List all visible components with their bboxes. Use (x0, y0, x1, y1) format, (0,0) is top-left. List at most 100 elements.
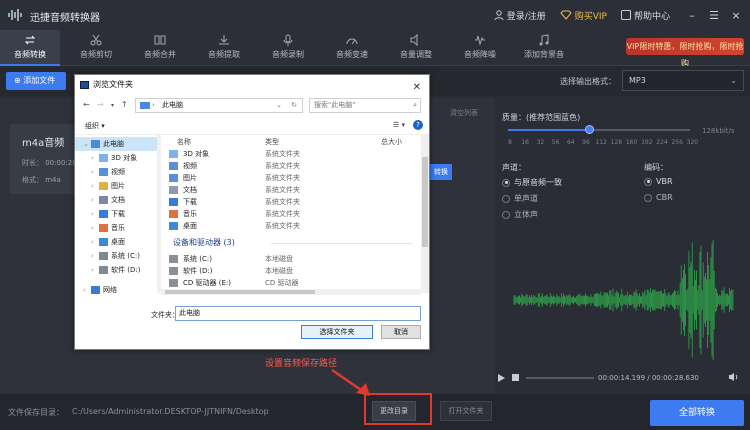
add-file-label: 添加文件 (23, 76, 56, 85)
tab-audio-extract[interactable]: 音频提取 (194, 30, 254, 66)
folder-name: 下载 (183, 198, 197, 206)
tree-item[interactable]: › 3D 对象 (75, 151, 161, 165)
history-chevron-icon[interactable]: ▾ (111, 102, 114, 109)
encoding-option-vbr[interactable]: VBR (644, 177, 673, 186)
buy-vip-link[interactable]: 购买VIP (560, 9, 607, 22)
login-link[interactable]: 登录/注册 (494, 9, 546, 22)
user-icon (494, 10, 504, 20)
folder-row[interactable]: 文档 系统文件夹 (167, 184, 413, 196)
tree-expand-icon[interactable]: › (91, 235, 94, 249)
channel-option-mono[interactable]: 单声道 (502, 193, 538, 204)
tree-item[interactable]: › 图片 (75, 179, 161, 193)
view-options-icon[interactable]: ☰ ▾ (393, 121, 405, 129)
encoding-option-cbr[interactable]: CBR (644, 193, 673, 202)
search-icon: ⌕ (413, 101, 417, 109)
folder-row[interactable]: 图片 系统文件夹 (167, 172, 413, 184)
organize-menu[interactable]: 组织 ▾ (85, 121, 105, 131)
add-file-button[interactable]: ⊕ 添加文件 (6, 72, 66, 90)
tab-audio-denoise[interactable]: 音频降噪 (450, 30, 510, 66)
minimize-button[interactable]: – (684, 9, 700, 22)
output-format-label: 选择输出格式： (560, 77, 616, 86)
folder-field[interactable]: 此电脑 (175, 306, 421, 321)
select-folder-button[interactable]: 选择文件夹 (301, 325, 373, 339)
tree-expand-icon[interactable]: › (83, 283, 86, 297)
drive-row[interactable]: 软件 (D:) 本地磁盘 (167, 265, 413, 277)
folder-icon (91, 140, 100, 148)
tree-item[interactable]: › 下载 (75, 207, 161, 221)
tree-item-label: 软件 (D:) (111, 266, 141, 274)
list-scroll-thumb[interactable] (422, 157, 428, 247)
list-hscroll-thumb[interactable] (165, 290, 315, 294)
folder-tree: ⌄ 此电脑 › 3D 对象 › 视频 › 图片 › 文档 › 下载 › 音乐 › 桌面 › 系统 (C:) › 软件 … (75, 135, 161, 294)
tab-add-bgm[interactable]: 添加背景音 (514, 30, 574, 66)
tree-expand-icon[interactable]: › (91, 207, 94, 221)
tab-audio-cut[interactable]: 音频剪切 (66, 30, 126, 66)
channel-option-stereo[interactable]: 立体声 (502, 209, 538, 220)
folder-type: 系统文件夹 (265, 150, 300, 158)
help-icon[interactable]: ? (413, 120, 423, 130)
drive-name: 系统 (C:) (183, 255, 212, 263)
volume-icon[interactable] (728, 372, 740, 382)
refresh-icon[interactable]: ↻ (291, 99, 297, 112)
drive-row[interactable]: 系统 (C:) 本地磁盘 (167, 253, 413, 265)
convert-button[interactable]: 转换 (430, 164, 452, 180)
channel-option-original[interactable]: 与原音频一致 (502, 177, 562, 188)
folder-icon (99, 154, 108, 162)
tree-item[interactable]: › 软件 (D:) (75, 263, 161, 277)
tree-expand-icon[interactable]: › (91, 221, 94, 235)
tree-item[interactable]: › 网络 (75, 283, 161, 297)
tree-item[interactable]: ⌄ 此电脑 (75, 137, 161, 151)
folder-list: 名称 类型 总大小 3D 对象 系统文件夹 视频 系统文件夹 图片 系统文件夹 文档 系统文件夹 下载… (167, 135, 421, 293)
vip-promo-banner[interactable]: VIP限时特惠，限时抢购，限时抢购 (626, 38, 744, 68)
tab-volume-adjust[interactable]: 音量调整 (386, 30, 446, 66)
open-folder-button[interactable]: 打开文件夹 (440, 401, 492, 421)
drive-row[interactable]: CD 驱动器 (E:) CD 驱动器 (167, 277, 413, 289)
tree-expand-icon[interactable]: › (91, 151, 94, 165)
tab-audio-convert[interactable]: 音频转换 (0, 30, 60, 66)
drive-icon (169, 267, 178, 275)
stop-icon[interactable] (512, 374, 519, 381)
play-icon[interactable] (497, 373, 506, 383)
quality-slider-knob[interactable] (585, 125, 594, 134)
tab-label: 音频合并 (144, 50, 176, 59)
playback-progress[interactable] (526, 377, 594, 379)
cancel-button[interactable]: 取消 (381, 325, 421, 339)
search-input[interactable]: 搜索"此电脑" ⌕ (309, 98, 421, 113)
back-arrow-icon[interactable]: ← (83, 100, 90, 109)
tree-item[interactable]: › 视频 (75, 165, 161, 179)
forward-arrow-icon[interactable]: → (97, 100, 104, 109)
tree-scrollbar[interactable] (157, 135, 161, 293)
tree-expand-icon[interactable]: › (91, 179, 94, 193)
tree-expand-icon[interactable]: › (91, 249, 94, 263)
folder-row[interactable]: 桌面 系统文件夹 (167, 220, 413, 232)
help-center-link[interactable]: 帮助中心 (620, 9, 670, 22)
tree-expand-icon[interactable]: › (91, 193, 94, 207)
address-bar[interactable]: › 此电脑 ⌄ ↻ (135, 98, 303, 113)
close-button[interactable]: × (728, 9, 744, 22)
tree-item[interactable]: › 文档 (75, 193, 161, 207)
tab-audio-merge[interactable]: 音频合并 (130, 30, 190, 66)
tab-audio-speed[interactable]: 音频变速 (322, 30, 382, 66)
convert-all-button[interactable]: 全部转换 (650, 400, 744, 426)
menu-button[interactable]: ☰ (706, 9, 722, 22)
folder-row[interactable]: 下载 系统文件夹 (167, 196, 413, 208)
dialog-app-icon (80, 81, 89, 89)
tree-expand-icon[interactable]: › (91, 165, 94, 179)
folder-row[interactable]: 音乐 系统文件夹 (167, 208, 413, 220)
tab-audio-record[interactable]: 音频录制 (258, 30, 318, 66)
tree-item[interactable]: › 桌面 (75, 235, 161, 249)
tree-expand-icon[interactable]: › (91, 263, 94, 277)
clear-list-link[interactable]: 清空列表 (450, 108, 478, 118)
tree-item[interactable]: › 系统 (C:) (75, 249, 161, 263)
output-format-select[interactable]: MP3 ⌄ (622, 70, 744, 91)
drive-name: CD 驱动器 (E:) (183, 279, 231, 287)
up-arrow-icon[interactable]: ↑ (121, 100, 128, 109)
tree-item-label: 网络 (103, 286, 117, 294)
folder-row[interactable]: 视频 系统文件夹 (167, 160, 413, 172)
tree-item[interactable]: › 音乐 (75, 221, 161, 235)
address-dropdown-icon[interactable]: ⌄ (276, 99, 282, 112)
search-placeholder: 搜索"此电脑" (314, 101, 356, 109)
folder-type: 系统文件夹 (265, 174, 300, 182)
folder-row[interactable]: 3D 对象 系统文件夹 (167, 148, 413, 160)
tree-expand-icon[interactable]: ⌄ (83, 137, 89, 151)
